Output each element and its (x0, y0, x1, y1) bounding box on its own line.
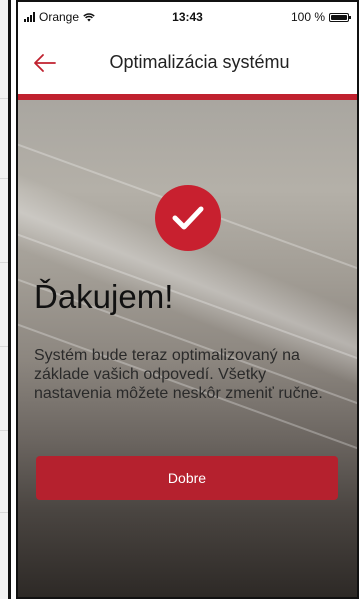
page-title: Optimalizácia systému (109, 52, 290, 72)
thank-you-heading: Ďakujem! (34, 278, 174, 315)
battery-icon (329, 12, 351, 22)
status-right: 100 % (290, 10, 351, 24)
battery-percent: 100 % (290, 10, 325, 24)
phone-screen: Orange 13:43 100 % Optimalizácia systému (16, 0, 359, 599)
app-header: Optimalizácia systému (18, 32, 357, 94)
confirmation-content: Ďakujem! Systém bude teraz optimalizovan… (18, 100, 357, 597)
background-window-edge (0, 0, 11, 599)
confirmation-message: Systém bude teraz optimalizovaný na zákl… (34, 347, 323, 402)
ok-button[interactable]: Dobre (36, 456, 338, 500)
success-badge (155, 185, 221, 251)
checkmark-icon (172, 206, 204, 230)
status-bar: Orange 13:43 100 % (18, 2, 357, 32)
